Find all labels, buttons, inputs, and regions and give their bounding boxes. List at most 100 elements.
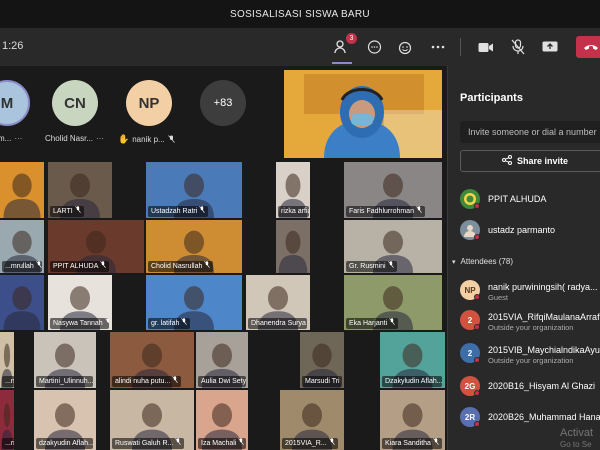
- video-frame: [0, 275, 44, 330]
- attendee-item[interactable]: 2 2015VIB_MaychialndikaAyu Outside your or…: [460, 341, 600, 367]
- mic-off-icon: [389, 318, 395, 329]
- more-options-icon: ···: [14, 134, 23, 143]
- avatar[interactable]: NP: [126, 80, 172, 126]
- participant-name: Ruswati Galuh R...: [115, 439, 174, 447]
- participant-name: Martini_Ulinnuh...: [39, 377, 94, 385]
- participant-video-tile[interactable]: alindi nuha putu...: [110, 332, 194, 388]
- participant-video-tile[interactable]: ...ri Pd: [0, 390, 14, 450]
- attendee-name: 2015VIA_RifqiMaulanaArraf: [488, 312, 600, 322]
- avatar-initials: 2: [467, 348, 473, 358]
- video-frame: [0, 162, 44, 218]
- avatar-name: m... ···: [0, 134, 22, 143]
- attendees-section-header[interactable]: ▾ Attendees (78): [452, 257, 513, 266]
- mic-off-icon: [175, 438, 182, 449]
- participant-video-tile[interactable]: Iza Machali: [196, 390, 248, 450]
- participant-name: Ustadzah Ratri: [151, 207, 198, 215]
- participant-name: rizka arfianto: [281, 207, 309, 215]
- participant-video-tile[interactable]: Nasywa Tannah: [48, 275, 112, 330]
- status-dot: [474, 203, 480, 209]
- participant-name: Dhanendra Surya Rizqi: [251, 319, 307, 327]
- status-dot: [474, 421, 480, 427]
- participant-item[interactable]: ustadz parmanto: [460, 218, 600, 244]
- video-frame: [276, 220, 310, 273]
- chevron-down-icon: ▾: [452, 258, 456, 266]
- camera-icon[interactable]: [474, 35, 498, 59]
- toolbar-divider: [460, 38, 461, 56]
- participant-name: ...ntoso S...: [5, 377, 14, 385]
- participant-name-label: Nasywa Tannah: [50, 318, 109, 329]
- participant-video-tile[interactable]: Ustadzah Ratri: [146, 162, 242, 218]
- participant-video-tile[interactable]: [0, 275, 44, 330]
- overflow-count-button[interactable]: +83: [200, 80, 246, 126]
- participant-video-tile[interactable]: PPIT ALHUDA: [48, 220, 144, 273]
- more-icon[interactable]: [426, 35, 450, 59]
- mic-off-icon: [36, 261, 42, 272]
- mic-off-icon: [387, 261, 394, 272]
- participant-name-label: Ustadzah Ratri: [148, 206, 209, 217]
- participant-name: Marsudi Tri Sam...: [305, 377, 342, 385]
- status-dot: [474, 234, 480, 240]
- chat-icon[interactable]: [362, 35, 386, 59]
- people-icon[interactable]: 3: [330, 33, 357, 59]
- teams-meeting-window: SOSISALISASI SISWA BARU 1:26 3 M m... ··…: [0, 0, 600, 450]
- participant-name: Aulia Dwi Setya...: [201, 377, 246, 385]
- avatar-initials: M: [0, 94, 14, 112]
- mic-off-icon: [172, 376, 179, 387]
- participant-video-tile[interactable]: ...ntoso S...: [0, 332, 14, 388]
- participant-name-label: ...mrullah: [2, 261, 43, 272]
- participant-name-label: Dzakyludin Aflah...: [382, 376, 442, 387]
- attendee-name: 2020B16_Hisyam Al Ghazi: [488, 381, 596, 391]
- participant-name: 2015VIA_R...: [285, 439, 327, 447]
- reactions-icon[interactable]: [394, 35, 418, 59]
- attendee-item[interactable]: 2G 2020B16_Hisyam Al Ghazi: [460, 374, 600, 400]
- spotlight-video[interactable]: [284, 70, 442, 158]
- participant-video-tile[interactable]: Marsudi Tri Sam...: [300, 332, 344, 388]
- participant-item[interactable]: PPIT ALHUDA: [460, 187, 600, 213]
- status-dot: [474, 390, 480, 396]
- participant-video-tile[interactable]: ...mrullah: [0, 220, 44, 273]
- participant-name: Iza Machali: [201, 439, 237, 447]
- participant-name: Nasywa Tannah: [53, 319, 103, 327]
- participant-name-label: Gr. Rusmini: [346, 261, 397, 272]
- participant-name-label: Martini_Ulinnuh...: [36, 376, 94, 387]
- mic-off-icon[interactable]: [506, 35, 530, 59]
- participant-video-tile[interactable]: Faris Fadhlurrohman: [344, 162, 442, 218]
- share-screen-icon[interactable]: [538, 35, 562, 59]
- invite-input[interactable]: Invite someone or dial a number: [460, 121, 600, 143]
- participant-video-tile[interactable]: Dhanendra Surya Rizqi: [246, 275, 310, 330]
- participant-video-tile[interactable]: LARTI: [48, 162, 112, 218]
- participant-video-tile[interactable]: Aulia Dwi Setya...: [196, 332, 248, 388]
- participant-name-label: Kiara Sanditha: [382, 438, 442, 449]
- avatar[interactable]: M: [0, 80, 30, 126]
- participant-video-tile[interactable]: Martini_Ulinnuh...: [34, 332, 96, 388]
- participant-video-tile[interactable]: gr. latifah: [146, 275, 242, 330]
- participant-video-tile[interactable]: Kiara Sanditha: [380, 390, 445, 450]
- participant-video-tile[interactable]: Eka Harjanti: [344, 275, 442, 330]
- participant-video-tile[interactable]: Dzakyludin Aflah...: [380, 332, 445, 388]
- participant-video-tile[interactable]: [0, 162, 44, 218]
- participant-name: Dzakyludin Aflah...: [385, 377, 442, 385]
- participant-name: Cholid Nasrullah: [151, 262, 203, 270]
- participant-video-tile[interactable]: 2015VIA_R...: [280, 390, 344, 450]
- participant-name: PPIT ALHUDA: [53, 262, 99, 270]
- mic-off-icon: [433, 438, 439, 449]
- participant-video-tile[interactable]: Ruswati Galuh R...: [110, 390, 194, 450]
- participant-name: ...ri Pd: [5, 439, 14, 447]
- participant-video-tile[interactable]: [276, 220, 310, 273]
- attendee-item[interactable]: 2 2015VIA_RifqiMaulanaArraf Outside your o…: [460, 308, 600, 334]
- participant-video-tile[interactable]: rizka arfianto: [276, 162, 310, 218]
- raised-hand-icon: ✋: [118, 134, 130, 144]
- participant-video-tile[interactable]: dzakyudin Aflah...: [34, 390, 96, 450]
- attendee-item[interactable]: NP nanik purwiningsih( radya... Guest: [460, 278, 600, 304]
- participant-video-tile[interactable]: Gr. Rusmini: [344, 220, 442, 273]
- leave-button[interactable]: [576, 36, 600, 58]
- mic-off-icon: [204, 261, 211, 272]
- participant-name-label: ...ntoso S...: [2, 376, 14, 387]
- avatar[interactable]: CN: [52, 80, 98, 126]
- share-invite-button[interactable]: Share invite: [460, 150, 600, 172]
- participant-name-label: Aulia Dwi Setya...: [198, 376, 246, 387]
- participant-video-tile[interactable]: Cholid Nasrullah: [146, 220, 242, 273]
- avatar-name-label: nanik p...: [132, 135, 165, 144]
- attendee-name: 2020B26_Muhammad Hana: [488, 412, 600, 422]
- video-grid: LARTI Ustadzah Ratri rizka arfianto Faris F…: [0, 162, 445, 450]
